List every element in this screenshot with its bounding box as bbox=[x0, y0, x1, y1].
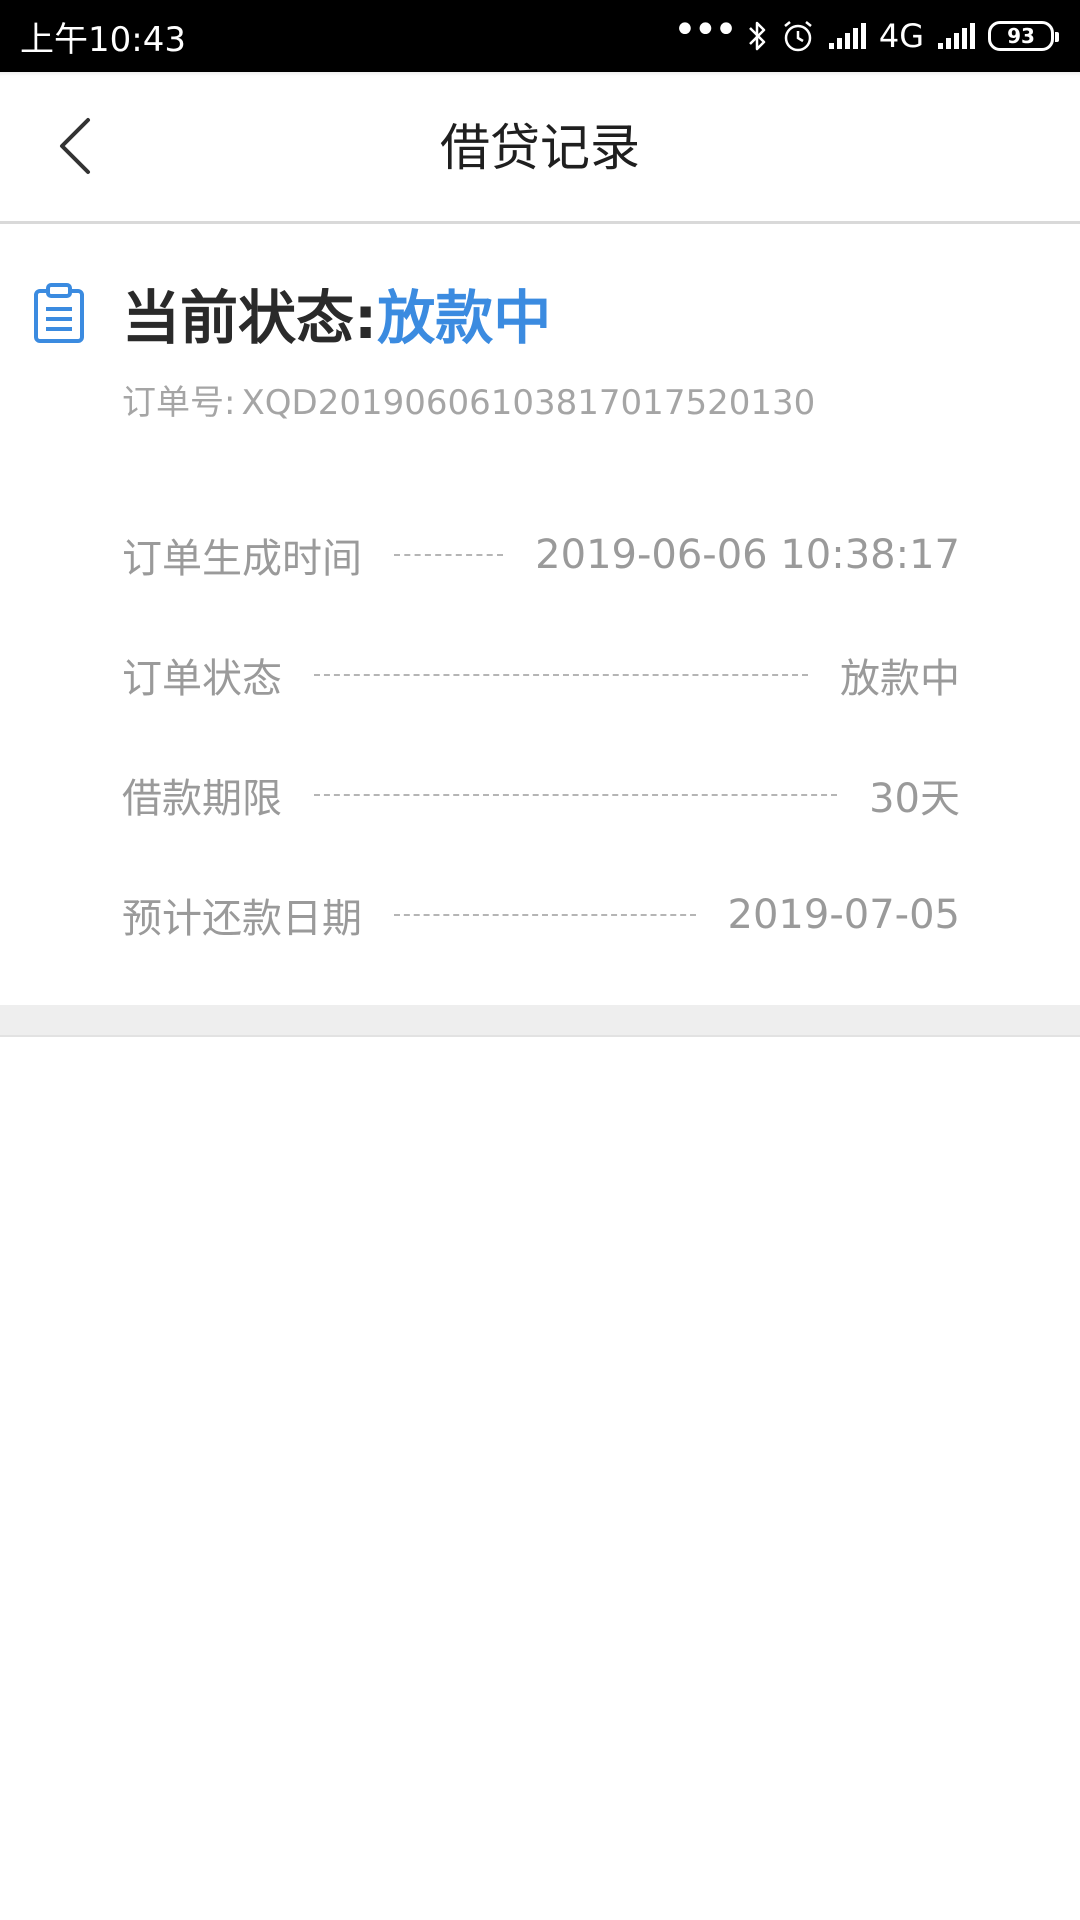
row-value: 2019-06-06 10:38:17 bbox=[535, 532, 960, 578]
order-number-value: XQD20190606103817017520130 bbox=[241, 383, 816, 423]
clipboard-icon bbox=[32, 283, 86, 347]
info-row-repayment-date: 预计还款日期 2019-07-05 bbox=[122, 855, 960, 975]
page-title: 借贷记录 bbox=[440, 119, 640, 177]
empty-content-area bbox=[0, 1037, 1080, 1920]
bluetooth-icon bbox=[747, 19, 769, 53]
order-number: 订单号: XQD20190606103817017520130 bbox=[122, 375, 815, 424]
chevron-left-icon bbox=[60, 118, 90, 174]
info-row-loan-term: 借款期限 30天 bbox=[122, 735, 960, 855]
section-separator bbox=[0, 1005, 1080, 1037]
order-number-label: 订单号: bbox=[122, 383, 236, 423]
row-label: 订单状态 bbox=[122, 656, 282, 702]
app-header: 借贷记录 bbox=[0, 72, 1080, 224]
row-value: 放款中 bbox=[840, 656, 960, 702]
info-row-created-time: 订单生成时间 2019-06-06 10:38:17 bbox=[122, 495, 960, 615]
signal-strength-icon bbox=[827, 21, 867, 51]
network-type: 4G bbox=[878, 17, 924, 55]
dashed-leader bbox=[394, 914, 696, 916]
dashed-leader bbox=[394, 554, 504, 556]
info-row-order-status: 订单状态 放款中 bbox=[122, 615, 960, 735]
status-time: 上午10:43 bbox=[20, 19, 186, 60]
order-info-list: 订单生成时间 2019-06-06 10:38:17 订单状态 放款中 借款期限… bbox=[122, 495, 960, 975]
status-value: 放款中 bbox=[377, 284, 552, 352]
back-button[interactable] bbox=[40, 110, 112, 182]
dashed-leader bbox=[314, 794, 838, 796]
row-label: 借款期限 bbox=[122, 776, 282, 822]
row-value: 2019-07-05 bbox=[727, 892, 960, 938]
status-icons: ••• 4G 93 bbox=[673, 10, 1059, 55]
signal-strength-icon-2 bbox=[936, 21, 976, 51]
status-bar: 上午10:43 ••• 4G 93 bbox=[0, 0, 1080, 72]
row-label: 订单生成时间 bbox=[122, 536, 362, 582]
more-dots-icon: ••• bbox=[673, 7, 738, 53]
alarm-clock-icon bbox=[781, 19, 815, 53]
row-label: 预计还款日期 bbox=[122, 896, 362, 942]
current-status-heading: 当前状态:放款中 bbox=[122, 271, 551, 355]
status-label: 当前状态: bbox=[122, 284, 378, 352]
row-value: 30天 bbox=[869, 776, 960, 822]
battery-icon: 93 bbox=[988, 21, 1059, 51]
loan-status-card: 当前状态:放款中 订单号: XQD20190606103817017520130 … bbox=[0, 225, 1080, 1005]
battery-level: 93 bbox=[1007, 24, 1035, 48]
dashed-leader bbox=[314, 674, 808, 676]
